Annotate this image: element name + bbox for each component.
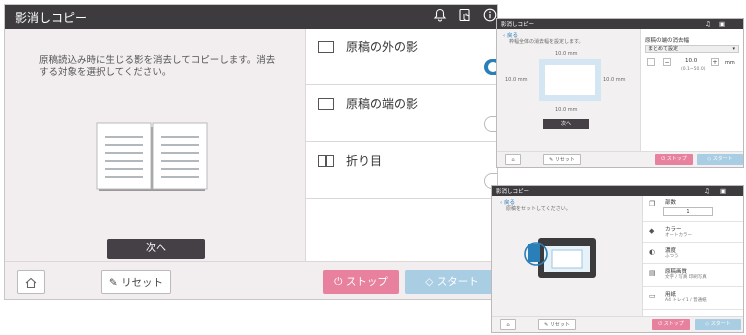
option-edge-shadow[interactable]: 原稿の端の影 [306, 86, 497, 142]
paper-item[interactable]: ▭ 用紙 A4 トレイ1 / 普通紙 [643, 288, 743, 310]
page-title: 影消しコピー [15, 11, 88, 25]
reset-button[interactable]: ✎ リセット [543, 154, 581, 165]
scanner-illustration [524, 238, 596, 278]
edge-width-window: 影消しコピー ♫ ▣ ‹ 戻る 枠幅全体の消去幅を設定します。 10.0 mm … [496, 18, 744, 168]
home-button[interactable] [17, 270, 45, 294]
color-item[interactable]: ◆ カラー オートカラー [643, 223, 743, 243]
plus-button[interactable]: + [711, 58, 719, 66]
copy-ready-window: 影消しコピー ♫ ▣ ‹ 戻る 原稿をセットしてください。 ❐ 部数 1 ◆ カ… [491, 185, 744, 333]
copies-value: 1 [686, 209, 690, 215]
apply-checkbox[interactable] [647, 58, 655, 66]
open-book-icon [96, 122, 208, 191]
title-bar: 影消しコピー [5, 5, 497, 29]
reset-label: リセット [549, 322, 570, 328]
right-margin-value: 10.0 mm [603, 77, 626, 83]
item-value: オートカラー [665, 233, 692, 238]
stop-label: ストップ [345, 276, 388, 288]
option-outer-shadow[interactable]: 原稿の外の影 [306, 29, 497, 85]
option-label: 原稿の端の影 [346, 97, 419, 111]
home-icon: ⌂ [506, 322, 510, 328]
start-label: スタート [710, 321, 731, 327]
touch-icon[interactable]: ▣ [720, 187, 726, 195]
left-margin-value: 10.0 mm [505, 77, 528, 83]
page-preview [539, 59, 601, 101]
copies-icon: ❐ [649, 200, 656, 208]
stop-icon: ⏻ [334, 276, 346, 288]
option-label: 原稿の外の影 [346, 40, 419, 54]
density-icon: ◐ [649, 248, 656, 256]
quality-icon: ▤ [649, 269, 656, 277]
item-value: ふつう [665, 254, 679, 259]
reset-label: リセット [121, 277, 164, 289]
frame-icon [318, 98, 334, 110]
start-button[interactable]: ◇ スタート [697, 154, 743, 165]
unit-label: mm [725, 60, 735, 66]
start-label: スタート [712, 156, 733, 162]
window-title: 影消しコピー [501, 22, 535, 28]
stop-label: ストップ [666, 156, 687, 162]
pencil-icon: ✎ [108, 277, 122, 289]
start-button[interactable]: ◇ スタート [695, 319, 741, 330]
width-stepper: − 10.0 + mm (0.1~50.0) [645, 57, 741, 72]
home-icon: ⌂ [511, 157, 515, 163]
instruction-text: 原稿読込み時に生じる影を消去してコピーします。消去する対象を選択してください。 [39, 55, 276, 78]
start-label: スタート [436, 276, 479, 288]
main-panel: 影消しコピー 原稿読込み時に生じる影を消去してコピーします。消去する対象を選択し… [4, 4, 498, 300]
option-fold[interactable]: 折り目 [306, 143, 497, 199]
item-value: A4 トレイ1 / 普通紙 [665, 298, 707, 303]
bell-icon[interactable]: ♫ [704, 187, 710, 195]
copies-item[interactable]: ❐ 部数 1 [643, 196, 743, 222]
stop-button[interactable]: ⏻ ストップ [323, 270, 399, 294]
range-label: (0.1~50.0) [681, 67, 706, 72]
option-label: 折り目 [346, 154, 383, 168]
stop-button[interactable]: ⏻ ストップ [652, 319, 690, 330]
next-button[interactable]: 次へ [107, 239, 205, 259]
home-button[interactable]: ⌂ [500, 319, 516, 330]
title-bar: 影消しコピー ♫ ▣ [497, 19, 743, 29]
next-button[interactable]: 次へ [543, 119, 589, 129]
color-icon: ◆ [649, 227, 655, 235]
footer-bar: ⌂ ✎ リセット ⏻ ストップ ◇ スタート [492, 316, 743, 332]
reset-label: リセット [554, 157, 575, 163]
density-item[interactable]: ◐ 濃度 ふつう [643, 244, 743, 264]
stop-label: ストップ [663, 321, 684, 327]
reset-button[interactable]: ✎ リセット [538, 319, 576, 330]
hint-text: 枠幅全体の消去幅を設定します。 [509, 39, 584, 45]
title-bar: 影消しコピー ♫ ▣ [492, 186, 743, 196]
paper-icon: ▭ [649, 292, 656, 300]
footer-bar: ✎ リセット ⏻ ストップ ◇ スタート [5, 261, 497, 299]
window-title: 影消しコピー [496, 189, 530, 195]
settings-panel: 原稿の端の消去幅 まとめて設定 ▾ − 10.0 + mm (0.1~50.0) [640, 29, 743, 153]
footer-bar: ⌂ ✎ リセット ⏻ ストップ ◇ スタート [497, 151, 743, 167]
hint-text: 原稿をセットしてください。 [506, 206, 571, 212]
description-area: 原稿読込み時に生じる影を消去してコピーします。消去する対象を選択してください。 … [5, 29, 305, 261]
touch-icon[interactable] [456, 8, 474, 26]
bottom-margin-value: 10.0 mm [555, 107, 578, 113]
home-icon [25, 277, 37, 289]
chevron-down-icon: ▾ [732, 46, 735, 52]
top-margin-value: 10.0 mm [555, 51, 578, 57]
start-button[interactable]: ◇ スタート [405, 270, 497, 294]
touch-icon[interactable]: ▣ [719, 20, 725, 28]
frame-icon [318, 41, 334, 53]
minus-button[interactable]: − [663, 58, 671, 66]
home-button[interactable]: ⌂ [505, 154, 521, 165]
copies-stepper[interactable]: 1 [663, 207, 713, 216]
quality-item[interactable]: ▤ 原稿画質 文字 / 写真 印刷写真 [643, 265, 743, 287]
bell-icon[interactable]: ♫ [705, 20, 711, 28]
mode-select[interactable]: まとめて設定 ▾ [645, 45, 739, 53]
item-value: 文字 / 写真 印刷写真 [665, 275, 707, 280]
panel-title: 原稿の端の消去幅 [645, 38, 690, 44]
start-icon: ◇ [425, 276, 437, 288]
bell-icon[interactable] [431, 8, 449, 26]
stepper-value[interactable]: 10.0 [685, 58, 697, 64]
stop-button[interactable]: ⏻ ストップ [655, 154, 693, 165]
fold-icon [318, 155, 334, 167]
reset-button[interactable]: ✎ リセット [101, 270, 171, 294]
shadow-options-list: 原稿の外の影 原稿の端の影 折り目 [305, 29, 497, 261]
item-title: 部数 [665, 200, 677, 206]
copy-settings-list: ❐ 部数 1 ◆ カラー オートカラー ◐ 濃度 ふつう ▤ 原稿画質 文字 /… [642, 196, 743, 318]
select-value: まとめて設定 [648, 46, 679, 52]
